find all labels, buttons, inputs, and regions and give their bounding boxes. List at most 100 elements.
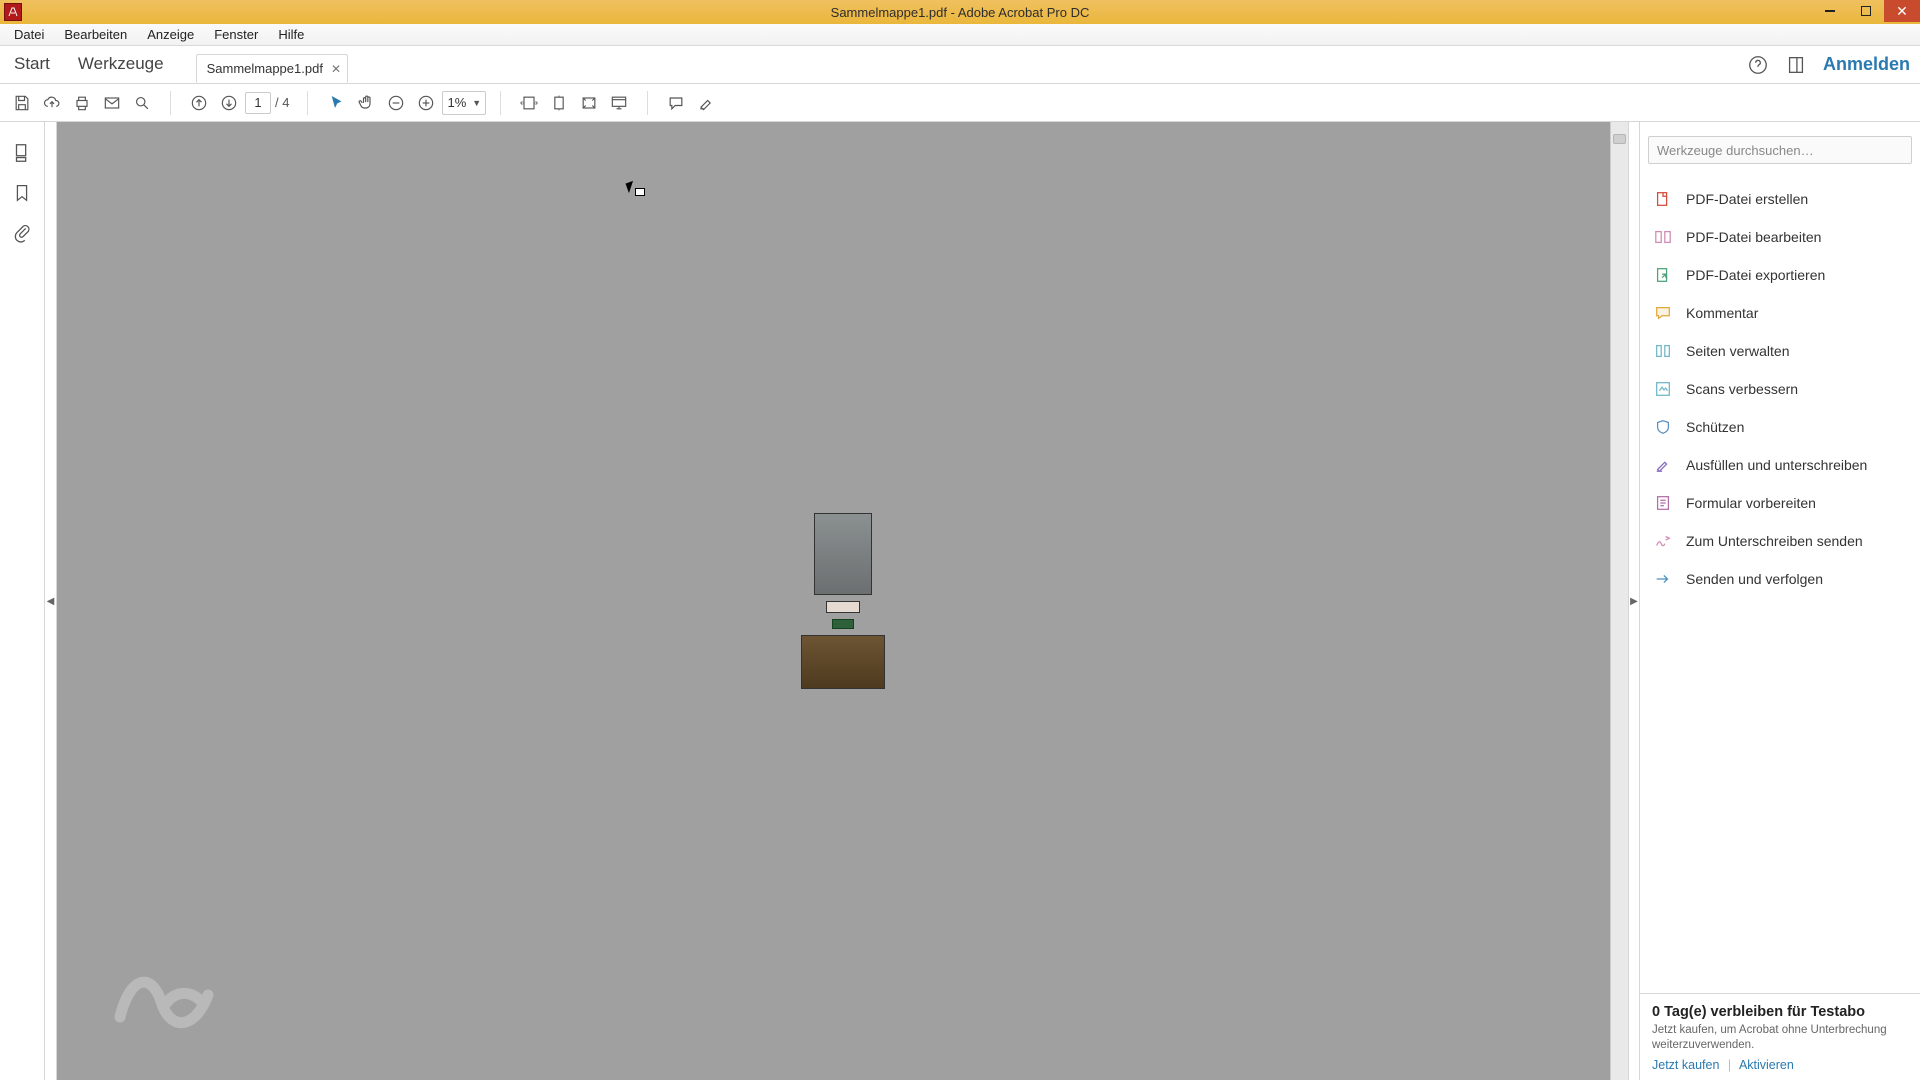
bookmarks-icon[interactable]: [11, 182, 33, 204]
sign-in-link[interactable]: Anmelden: [1823, 54, 1910, 75]
tab-document[interactable]: Sammelmappe1.pdf ✕: [196, 54, 348, 83]
tool-item-label: PDF-Datei exportieren: [1686, 267, 1825, 283]
tab-row: Start Werkzeuge Sammelmappe1.pdf ✕ Anmel…: [0, 46, 1920, 84]
comment-icon[interactable]: [662, 89, 690, 117]
menu-file[interactable]: Datei: [4, 25, 54, 44]
title-bar: Sammelmappe1.pdf - Adobe Acrobat Pro DC …: [0, 0, 1920, 24]
menu-view[interactable]: Anzeige: [137, 25, 204, 44]
send-sign-icon: [1654, 532, 1672, 550]
cursor-icon: [627, 182, 645, 200]
tool-item-label: Scans verbessern: [1686, 381, 1798, 397]
left-nav-rail: [0, 122, 45, 1080]
highlight-icon[interactable]: [692, 89, 720, 117]
main-area: ◀ ▶ Werkzeuge durchsuchen… PDF-Datei ers…: [0, 122, 1920, 1080]
menu-bar: Datei Bearbeiten Anzeige Fenster Hilfe: [0, 24, 1920, 46]
tool-item-form[interactable]: Formular vorbereiten: [1640, 484, 1920, 522]
tool-item-edit-pdf[interactable]: PDF-Datei bearbeiten: [1640, 218, 1920, 256]
tool-item-label: Schützen: [1686, 419, 1744, 435]
page-thumbnails-icon[interactable]: [11, 142, 33, 164]
next-page-icon[interactable]: [215, 89, 243, 117]
email-icon[interactable]: [98, 89, 126, 117]
trial-title: 0 Tag(e) verbleiben für Testabo: [1652, 1004, 1908, 1020]
tool-item-send-track[interactable]: Senden und verfolgen: [1640, 560, 1920, 598]
zoom-select[interactable]: 1% ▼: [442, 91, 486, 115]
tool-item-send-sign[interactable]: Zum Unterschreiben senden: [1640, 522, 1920, 560]
trial-subtext: Jetzt kaufen, um Acrobat ohne Unterbrech…: [1652, 1023, 1908, 1052]
prev-page-icon[interactable]: [185, 89, 213, 117]
page-stack: [801, 513, 885, 689]
scrollbar-thumb[interactable]: [1613, 134, 1626, 144]
zoom-in-icon[interactable]: [412, 89, 440, 117]
enhance-icon: [1654, 380, 1672, 398]
page-2[interactable]: [826, 601, 860, 613]
edit-pdf-icon: [1654, 228, 1672, 246]
page-number-input[interactable]: [245, 92, 271, 114]
print-icon[interactable]: [68, 89, 96, 117]
page-4[interactable]: [801, 635, 885, 689]
maximize-button[interactable]: [1848, 0, 1884, 22]
tab-document-label: Sammelmappe1.pdf: [207, 61, 323, 76]
task-pane-toggle-icon[interactable]: [1785, 54, 1807, 76]
tab-start[interactable]: Start: [0, 46, 64, 83]
tool-item-enhance[interactable]: Scans verbessern: [1640, 370, 1920, 408]
fit-page-icon[interactable]: [545, 89, 573, 117]
tool-item-export-pdf[interactable]: PDF-Datei exportieren: [1640, 256, 1920, 294]
selection-tool-icon[interactable]: [322, 89, 350, 117]
tools-pane: Werkzeuge durchsuchen… PDF-Datei erstell…: [1640, 122, 1920, 1080]
window-title: Sammelmappe1.pdf - Adobe Acrobat Pro DC: [831, 5, 1090, 20]
close-button[interactable]: ✕: [1884, 0, 1920, 22]
tool-item-create-pdf[interactable]: PDF-Datei erstellen: [1640, 180, 1920, 218]
chevron-down-icon: ▼: [472, 98, 481, 108]
tools-list: PDF-Datei erstellen PDF-Datei bearbeiten P…: [1640, 174, 1920, 604]
tab-tools[interactable]: Werkzeuge: [64, 46, 178, 83]
tool-item-label: PDF-Datei erstellen: [1686, 191, 1808, 207]
tool-item-comment[interactable]: Kommentar: [1640, 294, 1920, 332]
attachments-icon[interactable]: [11, 222, 33, 244]
tool-item-protect[interactable]: Schützen: [1640, 408, 1920, 446]
create-pdf-icon: [1654, 190, 1672, 208]
app-icon: [4, 3, 22, 21]
tool-item-label: Seiten verwalten: [1686, 343, 1790, 359]
fit-visible-icon[interactable]: [575, 89, 603, 117]
tool-item-fill-sign[interactable]: Ausfüllen und unterschreiben: [1640, 446, 1920, 484]
hand-tool-icon[interactable]: [352, 89, 380, 117]
zoom-out-icon[interactable]: [382, 89, 410, 117]
vertical-scrollbar[interactable]: [1610, 122, 1628, 1080]
tool-item-label: PDF-Datei bearbeiten: [1686, 229, 1821, 245]
menu-edit[interactable]: Bearbeiten: [54, 25, 137, 44]
protect-icon: [1654, 418, 1672, 436]
tool-item-label: Senden und verfolgen: [1686, 571, 1823, 587]
tool-item-label: Formular vorbereiten: [1686, 495, 1816, 511]
trial-buy-link[interactable]: Jetzt kaufen: [1652, 1058, 1719, 1072]
tool-item-label: Ausfüllen und unterschreiben: [1686, 457, 1867, 473]
window-controls: ✕: [1812, 0, 1920, 22]
organize-icon: [1654, 342, 1672, 360]
document-canvas[interactable]: [57, 122, 1628, 1080]
menu-window[interactable]: Fenster: [204, 25, 268, 44]
search-icon[interactable]: [128, 89, 156, 117]
tool-item-organize[interactable]: Seiten verwalten: [1640, 332, 1920, 370]
save-icon[interactable]: [8, 89, 36, 117]
zoom-value: 1%: [447, 95, 466, 110]
left-panel-expand-handle[interactable]: ◀: [45, 122, 57, 1080]
menu-help[interactable]: Hilfe: [268, 25, 314, 44]
tools-search-placeholder: Werkzeuge durchsuchen…: [1657, 143, 1814, 158]
trial-activate-link[interactable]: Aktivieren: [1739, 1058, 1794, 1072]
fill-sign-icon: [1654, 456, 1672, 474]
tools-search-input[interactable]: Werkzeuge durchsuchen…: [1648, 136, 1912, 164]
send-track-icon: [1654, 570, 1672, 588]
page-3[interactable]: [832, 619, 854, 629]
page-1[interactable]: [814, 513, 872, 595]
tab-close-icon[interactable]: ✕: [331, 62, 341, 76]
watermark-icon: [109, 950, 219, 1040]
tool-item-label: Zum Unterschreiben senden: [1686, 533, 1863, 549]
help-icon[interactable]: [1747, 54, 1769, 76]
toolbar: / 4 1% ▼: [0, 84, 1920, 122]
minimize-button[interactable]: [1812, 0, 1848, 22]
tool-item-label: Kommentar: [1686, 305, 1758, 321]
read-mode-icon[interactable]: [605, 89, 633, 117]
right-panel-collapse-handle[interactable]: ▶: [1628, 122, 1640, 1080]
fit-width-icon[interactable]: [515, 89, 543, 117]
cloud-upload-icon[interactable]: [38, 89, 66, 117]
export-pdf-icon: [1654, 266, 1672, 284]
